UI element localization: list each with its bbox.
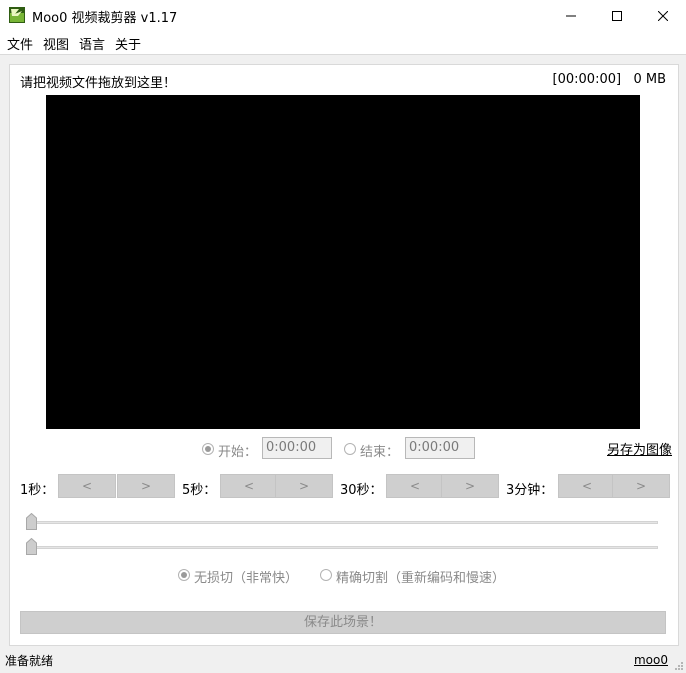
start-slider-thumb[interactable] xyxy=(26,513,37,530)
end-slider-track[interactable] xyxy=(32,546,658,549)
minimize-icon xyxy=(566,15,576,16)
save-scene-button[interactable]: 保存此场景！ xyxy=(20,611,666,634)
precise-mode-radio[interactable] xyxy=(320,569,332,581)
end-slider-thumb[interactable] xyxy=(26,538,37,555)
video-preview[interactable] xyxy=(46,95,640,429)
start-label: 开始： xyxy=(218,445,258,460)
close-icon xyxy=(658,10,668,21)
drop-hint: 请把视频文件拖放到这里！ xyxy=(20,76,177,91)
step-30s-prev-button[interactable]: < xyxy=(386,474,444,498)
maximize-button[interactable] xyxy=(594,0,640,31)
minimize-button[interactable] xyxy=(548,0,594,31)
step-label-5s: 5秒： xyxy=(182,483,217,498)
menu-about[interactable]: 关于 xyxy=(115,34,141,53)
step-3min-next-button[interactable]: > xyxy=(612,474,670,498)
menu-bar: 文件 视图 语言 关于 xyxy=(0,31,686,55)
time-info: [00:00:00] 0 MB xyxy=(552,72,666,87)
status-text: 准备就绪 xyxy=(5,654,54,668)
menu-language[interactable]: 语言 xyxy=(79,34,105,53)
step-label-30s: 30秒： xyxy=(340,483,383,498)
step-label-3min: 3分钟： xyxy=(506,483,554,498)
lossless-mode-label: 无损切（非常快） xyxy=(194,571,299,586)
step-5s-prev-button[interactable]: < xyxy=(220,474,278,498)
menu-view[interactable]: 视图 xyxy=(43,34,69,53)
menu-file[interactable]: 文件 xyxy=(7,34,33,53)
start-time-input[interactable]: 0:00:00 xyxy=(262,437,332,459)
step-1s-prev-button[interactable]: < xyxy=(58,474,116,498)
step-label-1s: 1秒： xyxy=(20,483,55,498)
step-3min-prev-button[interactable]: < xyxy=(558,474,616,498)
end-time-input[interactable]: 0:00:00 xyxy=(405,437,475,459)
step-5s-next-button[interactable]: > xyxy=(275,474,333,498)
resize-grip-icon[interactable] xyxy=(674,661,684,671)
close-button[interactable] xyxy=(640,0,686,31)
moo0-link[interactable]: moo0 xyxy=(634,653,668,667)
window-title: Moo0 视频裁剪器 v1.17 xyxy=(32,11,178,26)
start-radio[interactable] xyxy=(202,443,214,455)
step-30s-next-button[interactable]: > xyxy=(441,474,499,498)
end-label: 结束： xyxy=(360,445,400,460)
start-slider-track[interactable] xyxy=(32,521,658,524)
precise-mode-label: 精确切割（重新编码和慢速） xyxy=(336,571,506,586)
maximize-icon xyxy=(612,10,622,21)
app-icon xyxy=(9,7,25,23)
title-bar[interactable]: Moo0 视频裁剪器 v1.17 xyxy=(0,0,686,31)
save-as-image-link[interactable]: 另存为图像 xyxy=(607,439,672,458)
step-1s-next-button[interactable]: > xyxy=(117,474,175,498)
lossless-mode-radio[interactable] xyxy=(178,569,190,581)
end-radio[interactable] xyxy=(344,443,356,455)
